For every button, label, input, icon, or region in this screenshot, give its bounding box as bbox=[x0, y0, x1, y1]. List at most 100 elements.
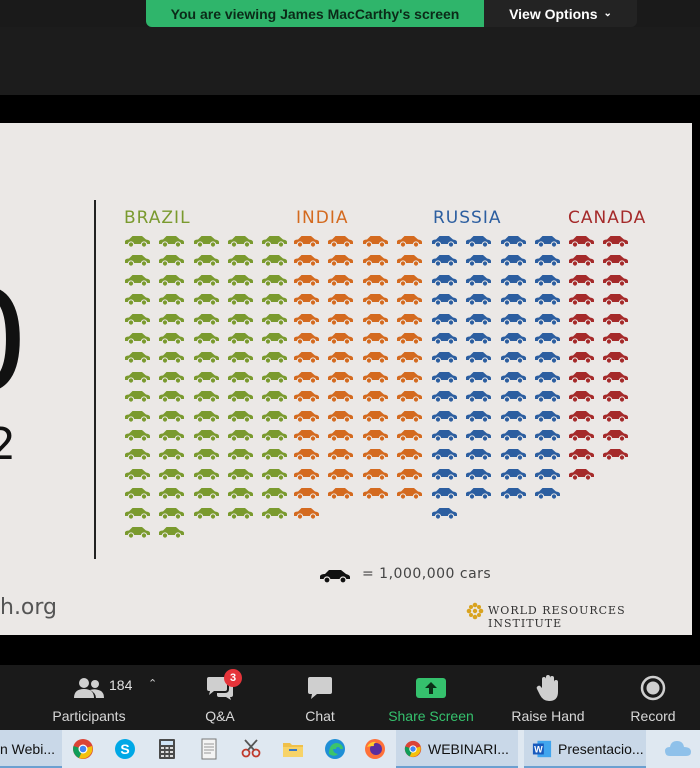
car-icon bbox=[500, 274, 526, 287]
car-icon bbox=[328, 294, 354, 306]
car-icon bbox=[227, 468, 253, 481]
qa-button[interactable]: 3 Q&A bbox=[190, 665, 250, 730]
car-icon bbox=[396, 391, 422, 403]
car-icon bbox=[227, 294, 253, 306]
car-icon bbox=[227, 449, 253, 461]
car-icon bbox=[534, 468, 560, 481]
taskbar-chrome-webinar[interactable]: WEBINARI... bbox=[396, 730, 518, 768]
car-icon bbox=[500, 333, 526, 345]
car-icon bbox=[396, 294, 422, 306]
car-icon bbox=[432, 430, 457, 442]
car-icon bbox=[262, 236, 288, 248]
record-button[interactable]: Record bbox=[622, 665, 684, 730]
car-icon bbox=[294, 449, 319, 461]
car-icon bbox=[125, 507, 150, 520]
calculator-icon[interactable] bbox=[156, 738, 178, 760]
snipping-tool-icon[interactable] bbox=[240, 738, 262, 760]
participants-button[interactable]: Participants bbox=[44, 665, 134, 730]
share-screen-button[interactable]: Share Screen bbox=[383, 665, 479, 730]
car-icon bbox=[534, 488, 560, 500]
car-icon bbox=[500, 391, 526, 403]
edge-icon[interactable] bbox=[324, 738, 346, 760]
car-icon bbox=[125, 391, 150, 403]
car-icon bbox=[500, 371, 526, 384]
car-icon bbox=[262, 294, 288, 306]
car-icon bbox=[466, 294, 492, 306]
car-icon bbox=[294, 313, 319, 326]
car-icon bbox=[227, 371, 253, 384]
car-icon bbox=[569, 352, 594, 364]
country-label-india: INDIA bbox=[296, 208, 349, 228]
participants-options-caret[interactable]: ⌃ bbox=[148, 677, 157, 690]
view-options-label: View Options bbox=[509, 5, 598, 22]
taskbar-window-webinar[interactable]: n Webi... bbox=[0, 730, 62, 768]
car-icon bbox=[603, 255, 629, 267]
car-icon bbox=[603, 274, 629, 287]
file-explorer-icon[interactable] bbox=[282, 738, 304, 760]
car-icon bbox=[193, 488, 219, 500]
car-icon bbox=[159, 333, 185, 345]
wri-logo-icon bbox=[466, 602, 484, 620]
car-icon bbox=[193, 294, 219, 306]
car-icon bbox=[603, 430, 629, 442]
car-icon bbox=[125, 236, 150, 248]
car-icon bbox=[362, 333, 388, 345]
car-icon bbox=[159, 410, 185, 423]
participants-label: Participants bbox=[52, 708, 126, 724]
car-icon bbox=[193, 507, 219, 520]
car-icon bbox=[262, 430, 288, 442]
car-icon bbox=[500, 236, 526, 248]
car-icon bbox=[396, 274, 422, 287]
chat-label: Chat bbox=[305, 708, 335, 724]
car-icon bbox=[432, 468, 457, 481]
firefox-icon[interactable] bbox=[364, 738, 386, 760]
car-icon bbox=[534, 371, 560, 384]
car-icon bbox=[125, 430, 150, 442]
car-icon bbox=[466, 468, 492, 481]
car-icon bbox=[193, 371, 219, 384]
raise-hand-button[interactable]: Raise Hand bbox=[505, 665, 591, 730]
meeting-top-area bbox=[0, 27, 700, 95]
car-icon bbox=[159, 352, 185, 364]
document-icon[interactable] bbox=[198, 738, 220, 760]
car-icon bbox=[262, 274, 288, 287]
car-icon bbox=[262, 507, 288, 520]
car-icon bbox=[362, 255, 388, 267]
car-icon bbox=[569, 236, 594, 248]
car-icon bbox=[569, 391, 594, 403]
car-icon bbox=[534, 391, 560, 403]
taskbar-word-presentation[interactable]: W Presentacio... bbox=[524, 730, 646, 768]
car-icon bbox=[227, 430, 253, 442]
car-icon bbox=[500, 294, 526, 306]
car-icon bbox=[328, 468, 354, 481]
chrome-icon[interactable] bbox=[72, 738, 94, 760]
viewing-screen-message: You are viewing James MacCarthy's screen bbox=[146, 0, 484, 27]
car-icon bbox=[396, 333, 422, 345]
participants-count: 184 bbox=[109, 677, 133, 693]
car-icon bbox=[328, 236, 354, 248]
cloud-icon[interactable] bbox=[664, 738, 692, 760]
car-icon bbox=[227, 274, 253, 287]
shared-slide: 0 2 h.org = 1,000,000 cars WORLD RESOURC… bbox=[0, 123, 692, 635]
car-icon bbox=[328, 488, 354, 500]
view-options-button[interactable]: View Options ⌄ bbox=[484, 0, 637, 27]
car-icon bbox=[396, 313, 422, 326]
car-icon bbox=[294, 391, 319, 403]
car-icon bbox=[466, 488, 492, 500]
car-icon bbox=[569, 371, 594, 384]
car-icon bbox=[569, 313, 594, 326]
car-icon bbox=[125, 488, 150, 500]
car-icon bbox=[362, 391, 388, 403]
car-icon bbox=[227, 236, 253, 248]
car-icon bbox=[534, 449, 560, 461]
word-icon: W bbox=[532, 740, 552, 758]
car-icon bbox=[294, 430, 319, 442]
car-icon bbox=[466, 391, 492, 403]
chat-button[interactable]: Chat bbox=[290, 665, 350, 730]
car-icon bbox=[500, 488, 526, 500]
car-icon bbox=[500, 430, 526, 442]
skype-icon[interactable]: S bbox=[114, 738, 136, 760]
car-icon bbox=[500, 313, 526, 326]
car-icon bbox=[328, 255, 354, 267]
car-icon bbox=[262, 371, 288, 384]
